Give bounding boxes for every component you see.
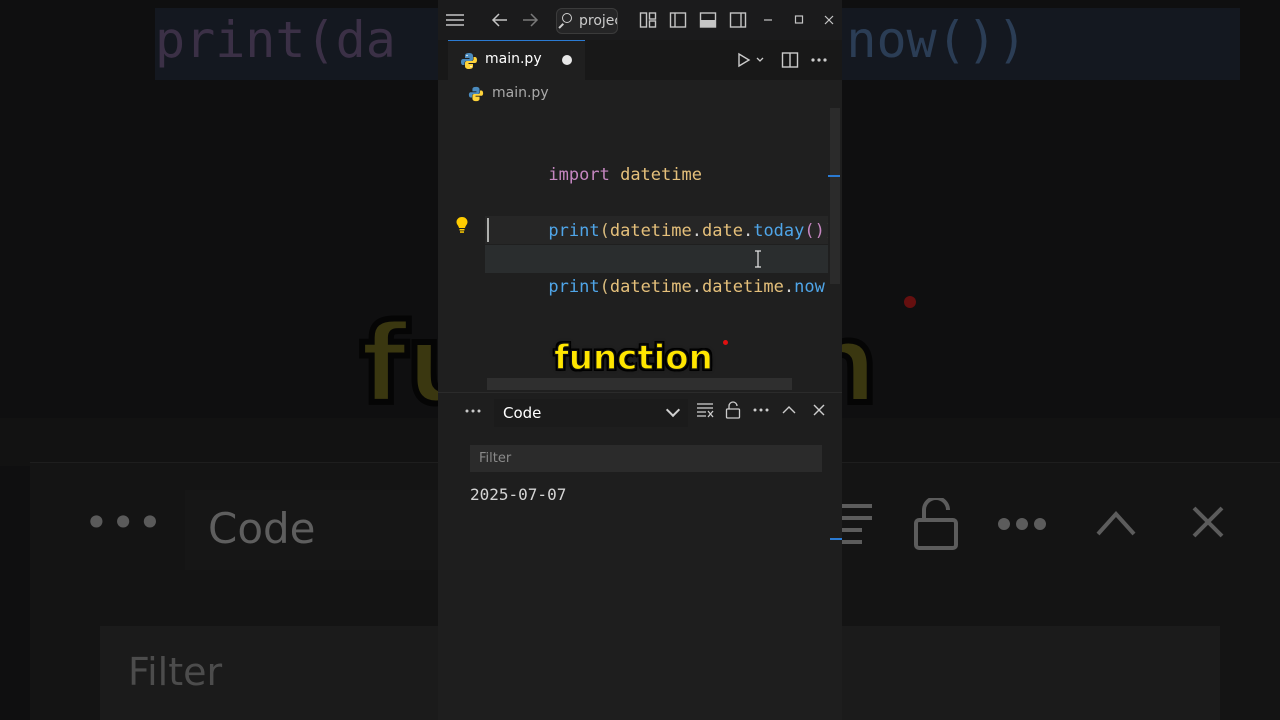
- sidebar-left-svg: [669, 12, 687, 28]
- sidebar-right-svg: [729, 12, 747, 28]
- close-panel-icon[interactable]: [811, 401, 827, 423]
- tab-label: main.py: [485, 51, 542, 67]
- unsaved-dot-icon[interactable]: [562, 55, 572, 65]
- keyword-import: import: [548, 165, 610, 185]
- background-filter-text: Filter: [128, 650, 223, 694]
- text-cursor: [487, 218, 489, 242]
- ident-datetime-class: datetime: [702, 277, 784, 297]
- ibeam-cursor-icon: [754, 250, 762, 272]
- more-actions-icon[interactable]: [810, 40, 828, 80]
- paren: (): [804, 221, 825, 241]
- dot: .: [691, 277, 702, 297]
- code-line-3[interactable]: print(datetime.date.today()): [487, 189, 835, 241]
- search-text: projec: [579, 13, 618, 29]
- func-today: today: [753, 221, 805, 241]
- ibeam-svg: [755, 250, 761, 268]
- paren: (: [599, 221, 610, 241]
- close-window-icon[interactable]: [821, 0, 837, 40]
- close-window-svg: [824, 15, 834, 25]
- horizontal-scrollbar[interactable]: [487, 378, 792, 390]
- background-panel-icons-svg: [840, 496, 1224, 550]
- back-arrow-svg: [491, 13, 507, 27]
- panel-actions-more-icon[interactable]: [752, 401, 770, 423]
- tab-main-py[interactable]: main.py: [448, 40, 585, 81]
- search-icon: [562, 13, 572, 23]
- scrollbar-thumb[interactable]: [830, 108, 840, 284]
- chevron-up-svg: [782, 406, 796, 414]
- video-caption: function: [553, 337, 713, 378]
- python-file-icon: [461, 53, 477, 69]
- forward-arrow-svg: [523, 13, 539, 27]
- panel-svg: [699, 12, 717, 28]
- clear-output-icon[interactable]: [696, 401, 714, 423]
- func-print: print: [548, 277, 600, 297]
- background-code-label-text: Code: [208, 504, 316, 553]
- background-pointer-dot: [904, 296, 916, 308]
- pointer-dot: [723, 340, 728, 345]
- output-channel-value: Code: [503, 404, 542, 422]
- split-svg: [781, 52, 799, 68]
- panel-more-icon[interactable]: [464, 399, 482, 423]
- code-line-5[interactable]: print(datetime.datetime.now()): [487, 245, 842, 297]
- dot: .: [783, 277, 795, 297]
- lightbulb-icon[interactable]: [455, 216, 469, 234]
- filter-input[interactable]: [470, 445, 819, 472]
- breadcrumb-item-main-py[interactable]: main.py: [492, 85, 549, 101]
- breadcrumb: main.py: [438, 80, 842, 108]
- layout-icon[interactable]: [638, 0, 658, 40]
- chevron-down-icon: [665, 402, 681, 418]
- output-text: 2025-07-07: [470, 485, 567, 504]
- menu-icon-svg: [446, 14, 464, 26]
- run-svg: [738, 52, 764, 68]
- panel-more-svg: [465, 409, 481, 413]
- more-svg: [811, 58, 827, 62]
- func-print: print: [548, 221, 600, 241]
- cursor-position-marker: [828, 175, 840, 177]
- forward-arrow-icon[interactable]: [520, 0, 540, 40]
- ident-date: date: [702, 221, 743, 241]
- dot: .: [691, 221, 702, 241]
- python-breadcrumb-icon: [468, 86, 484, 102]
- maximize-panel-icon[interactable]: [781, 401, 797, 423]
- func-now: now: [794, 277, 825, 297]
- dot: .: [742, 221, 754, 241]
- panel-actions-svg: [753, 408, 769, 412]
- module-name: datetime: [609, 165, 702, 185]
- clear-output-svg: [697, 403, 714, 418]
- background-more-icon: •••: [84, 498, 165, 547]
- code-line-1[interactable]: import datetime: [487, 133, 702, 185]
- toggle-panel-icon[interactable]: [698, 0, 718, 40]
- minimize-icon[interactable]: [760, 0, 776, 40]
- background-code-text-a: print(da: [155, 11, 396, 69]
- paren: (: [599, 277, 610, 297]
- split-editor-icon[interactable]: [781, 40, 799, 80]
- ident-datetime: datetime: [609, 277, 692, 297]
- back-arrow-icon[interactable]: [490, 0, 510, 40]
- layout-svg: [639, 12, 657, 28]
- lock-svg: [725, 401, 741, 419]
- command-center-search[interactable]: projec: [556, 8, 618, 34]
- active-tab-indicator: [448, 40, 585, 41]
- output-panel: Code 2025-07-07: [438, 392, 842, 720]
- filter-field[interactable]: [470, 445, 822, 472]
- output-channel-dropdown[interactable]: Code: [494, 399, 688, 427]
- title-bar: projec: [438, 0, 842, 40]
- menu-icon[interactable]: [444, 0, 466, 40]
- panel-header: Code: [438, 393, 842, 433]
- background-panel-icons: [840, 496, 1240, 569]
- minimize-svg: [764, 19, 772, 21]
- toggle-primary-sidebar-icon[interactable]: [668, 0, 688, 40]
- close-panel-svg: [813, 404, 825, 416]
- panel-scroll-marker: [830, 538, 842, 540]
- lock-scroll-icon[interactable]: [725, 401, 741, 423]
- run-python-file-icon[interactable]: [736, 40, 768, 80]
- maximize-svg: [794, 15, 804, 24]
- ident-datetime: datetime: [609, 221, 692, 241]
- vertical-scrollbar[interactable]: [828, 108, 842, 392]
- maximize-icon[interactable]: [791, 0, 807, 40]
- toggle-secondary-sidebar-icon[interactable]: [728, 0, 748, 40]
